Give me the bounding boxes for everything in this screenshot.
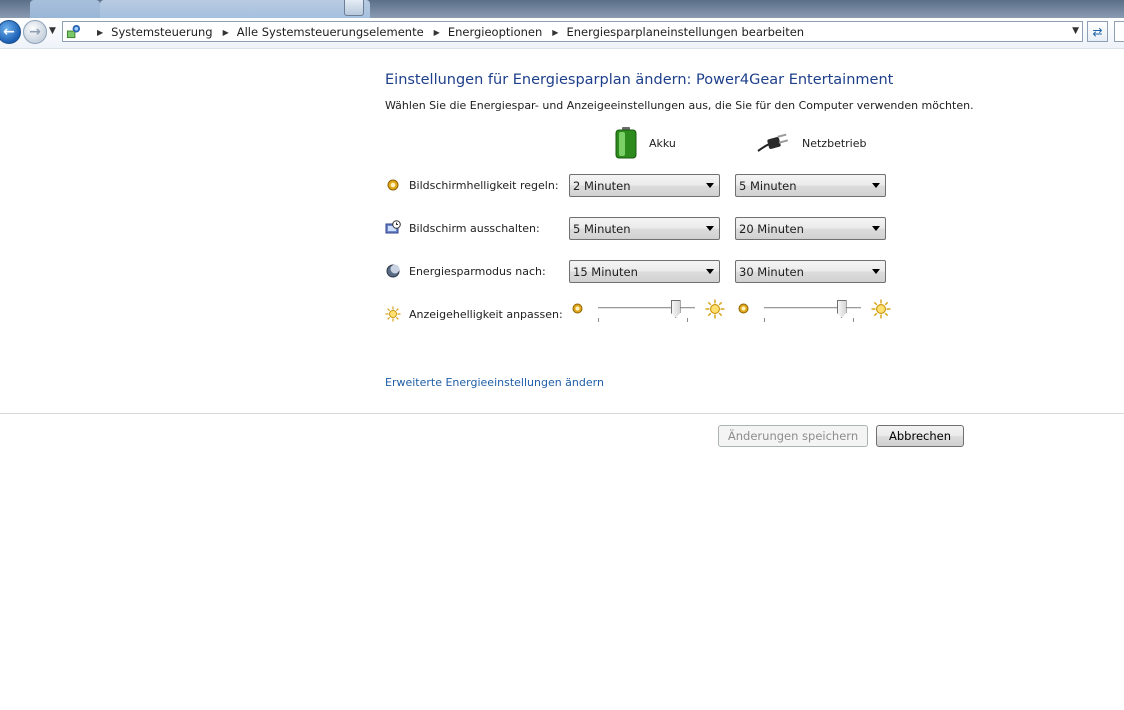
select-value: 5 Minuten <box>739 178 797 193</box>
cancel-button[interactable]: Abbrechen <box>876 425 964 447</box>
setting-display-brightness: Anzeigehelligkeit anpassen: <box>385 306 563 322</box>
arrow-left-icon: ← <box>3 24 15 40</box>
address-dropdown-icon[interactable]: ▼ <box>1072 26 1079 36</box>
turn-off-display-plugged-select[interactable]: 20 Minuten <box>735 217 886 240</box>
sleep-plugged-select[interactable]: 30 Minuten <box>735 260 886 283</box>
refresh-icon: ⇄ <box>1092 24 1103 39</box>
slider-tick <box>764 318 765 322</box>
arrow-right-icon: → <box>29 24 41 40</box>
select-value: 20 Minuten <box>739 221 804 236</box>
dim-display-plugged-select[interactable]: 5 Minuten <box>735 174 886 197</box>
column-label: Akku <box>649 136 676 150</box>
address-bar[interactable]: ▶ Systemsteuerung ▶ Alle Systemsteuerung… <box>62 21 1083 42</box>
dim-brightness-icon <box>572 303 583 314</box>
setting-dim-display: Bildschirmhelligkeit regeln: <box>385 177 559 193</box>
window-tab[interactable] <box>100 0 370 18</box>
sleep-battery-select[interactable]: 15 Minuten <box>569 260 720 283</box>
page-title: Einstellungen für Energiesparplan ändern… <box>385 72 894 88</box>
setting-label: Bildschirm ausschalten: <box>409 221 540 235</box>
page-subtitle: Wählen Sie die Energiespar- und Anzeigee… <box>385 99 974 112</box>
setting-label: Anzeigehelligkeit anpassen: <box>409 307 563 321</box>
select-value: 15 Minuten <box>573 264 638 279</box>
control-panel-icon <box>66 24 81 39</box>
moon-sleep-icon <box>385 263 401 279</box>
breadcrumb-item[interactable]: Alle Systemsteuerungselemente <box>237 25 424 39</box>
breadcrumb-item[interactable]: Energiesparplaneinstellungen bearbeiten <box>566 25 804 39</box>
setting-label: Bildschirmhelligkeit regeln: <box>409 178 559 192</box>
chevron-down-icon <box>706 269 714 274</box>
breadcrumb-separator-icon[interactable]: ▶ <box>434 28 440 37</box>
slider-tick <box>853 318 854 322</box>
navigation-bar: ← → ▼ ▶ Systemsteuerung ▶ Alle Systemste… <box>0 18 1124 49</box>
chevron-down-icon <box>872 269 880 274</box>
forward-button[interactable]: → <box>23 20 47 44</box>
dim-brightness-icon <box>738 303 749 314</box>
sun-icon <box>705 299 725 319</box>
setting-turn-off-display: Bildschirm ausschalten: <box>385 220 540 236</box>
title-bar <box>0 0 1124 18</box>
select-value: 2 Minuten <box>573 178 631 193</box>
chevron-down-icon <box>872 183 880 188</box>
breadcrumb-separator-icon[interactable]: ▶ <box>97 28 103 37</box>
slider-thumb[interactable] <box>836 300 847 318</box>
refresh-button[interactable]: ⇄ <box>1087 21 1108 42</box>
breadcrumb-separator-icon[interactable]: ▶ <box>223 28 229 37</box>
select-value: 5 Minuten <box>573 221 631 236</box>
brightness-plugged-slider[interactable] <box>738 299 893 322</box>
breadcrumb-item[interactable]: Energieoptionen <box>448 25 542 39</box>
slider-tick <box>598 318 599 322</box>
sun-icon <box>385 306 401 322</box>
setting-sleep: Energiesparmodus nach: <box>385 263 546 279</box>
sun-icon <box>871 299 891 319</box>
back-button[interactable]: ← <box>0 20 21 44</box>
column-header-battery: Akku <box>615 127 676 159</box>
recent-pages-dropdown[interactable]: ▼ <box>49 26 56 36</box>
power-plug-icon <box>757 133 789 152</box>
brightness-battery-slider[interactable] <box>572 299 727 322</box>
search-input[interactable] <box>1114 21 1124 42</box>
monitor-clock-icon <box>385 220 401 236</box>
advanced-power-settings-link[interactable]: Erweiterte Energieeinstellungen ändern <box>385 376 604 389</box>
chevron-down-icon <box>706 183 714 188</box>
breadcrumb-separator-icon[interactable]: ▶ <box>552 28 558 37</box>
breadcrumb-item[interactable]: Systemsteuerung <box>111 25 212 39</box>
turn-off-display-battery-select[interactable]: 5 Minuten <box>569 217 720 240</box>
column-header-plugged-in: Netzbetrieb <box>756 133 866 153</box>
save-changes-button[interactable]: Änderungen speichern <box>718 425 868 447</box>
divider <box>0 413 1124 414</box>
chevron-down-icon <box>872 226 880 231</box>
setting-label: Energiesparmodus nach: <box>409 264 546 278</box>
column-label: Netzbetrieb <box>802 136 867 150</box>
breadcrumb: ▶ Systemsteuerung ▶ Alle Systemsteuerung… <box>87 25 804 39</box>
chevron-down-icon <box>706 226 714 231</box>
dim-display-battery-select[interactable]: 2 Minuten <box>569 174 720 197</box>
dim-brightness-icon <box>385 177 401 193</box>
battery-icon <box>615 127 637 159</box>
window-tab[interactable] <box>30 0 100 18</box>
slider-thumb[interactable] <box>670 300 681 318</box>
select-value: 30 Minuten <box>739 264 804 279</box>
tab-close-button[interactable] <box>344 0 364 16</box>
slider-tick <box>687 318 688 322</box>
